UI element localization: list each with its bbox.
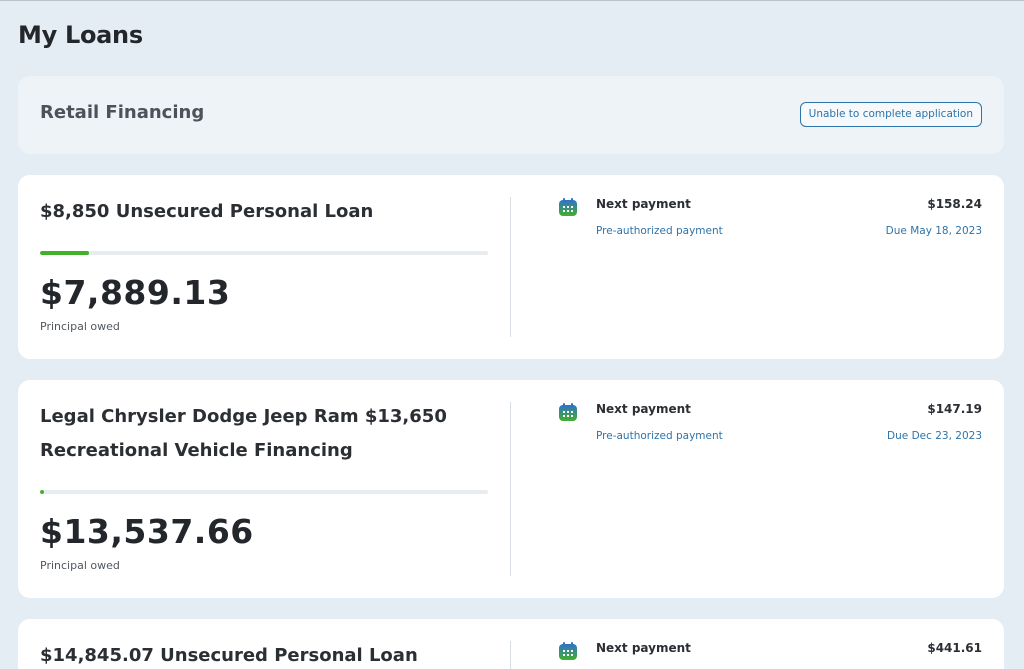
card-divider	[510, 197, 511, 337]
section-header-retail-financing: Retail Financing Unable to complete appl…	[18, 76, 1004, 154]
card-divider	[510, 402, 511, 576]
calendar-icon	[559, 642, 577, 660]
status-badge[interactable]: Unable to complete application	[799, 102, 982, 127]
principal-owed-label: Principal owed	[40, 320, 120, 333]
next-payment-label: Next payment	[596, 197, 691, 211]
repayment-progress-fill	[40, 251, 90, 255]
repayment-progress-fill	[40, 490, 45, 494]
loan-title[interactable]: $8,850 Unsecured Personal Loan	[40, 195, 480, 229]
loan-card[interactable]: Legal Chrysler Dodge Jeep Ram $13,650 Re…	[18, 380, 1004, 598]
payment-due-date: Due May 18, 2023	[885, 225, 982, 237]
repayment-progress-bar	[40, 490, 488, 494]
principal-owed-amount: $13,537.66	[40, 512, 254, 551]
calendar-icon	[559, 198, 577, 216]
loan-summary: $8,850 Unsecured Personal Loan $7,889.13…	[40, 175, 488, 359]
loan-title[interactable]: $14,845.07 Unsecured Personal Loan	[40, 639, 480, 669]
next-payment-label: Next payment	[596, 402, 691, 416]
next-payment-label: Next payment	[596, 641, 691, 655]
next-payment-amount: $147.19	[927, 402, 982, 416]
repayment-progress-bar	[40, 251, 488, 255]
next-payment-amount: $158.24	[927, 197, 982, 211]
loan-summary: Legal Chrysler Dodge Jeep Ram $13,650 Re…	[40, 380, 488, 598]
loan-summary: $14,845.07 Unsecured Personal Loan	[40, 619, 488, 669]
payment-due-date: Due Dec 23, 2023	[887, 430, 982, 442]
page-title: My Loans	[18, 21, 143, 49]
loan-card[interactable]: $14,845.07 Unsecured Personal Loan Next …	[18, 619, 1004, 669]
principal-owed-amount: $7,889.13	[40, 273, 231, 312]
loan-card[interactable]: $8,850 Unsecured Personal Loan $7,889.13…	[18, 175, 1004, 359]
next-payment-amount: $441.61	[927, 641, 982, 655]
payment-type: Pre-authorized payment	[596, 225, 723, 237]
loan-title[interactable]: Legal Chrysler Dodge Jeep Ram $13,650 Re…	[40, 400, 480, 468]
principal-owed-label: Principal owed	[40, 559, 120, 572]
card-divider	[510, 641, 511, 669]
calendar-icon	[559, 403, 577, 421]
section-title: Retail Financing	[40, 102, 205, 123]
payment-type: Pre-authorized payment	[596, 430, 723, 442]
